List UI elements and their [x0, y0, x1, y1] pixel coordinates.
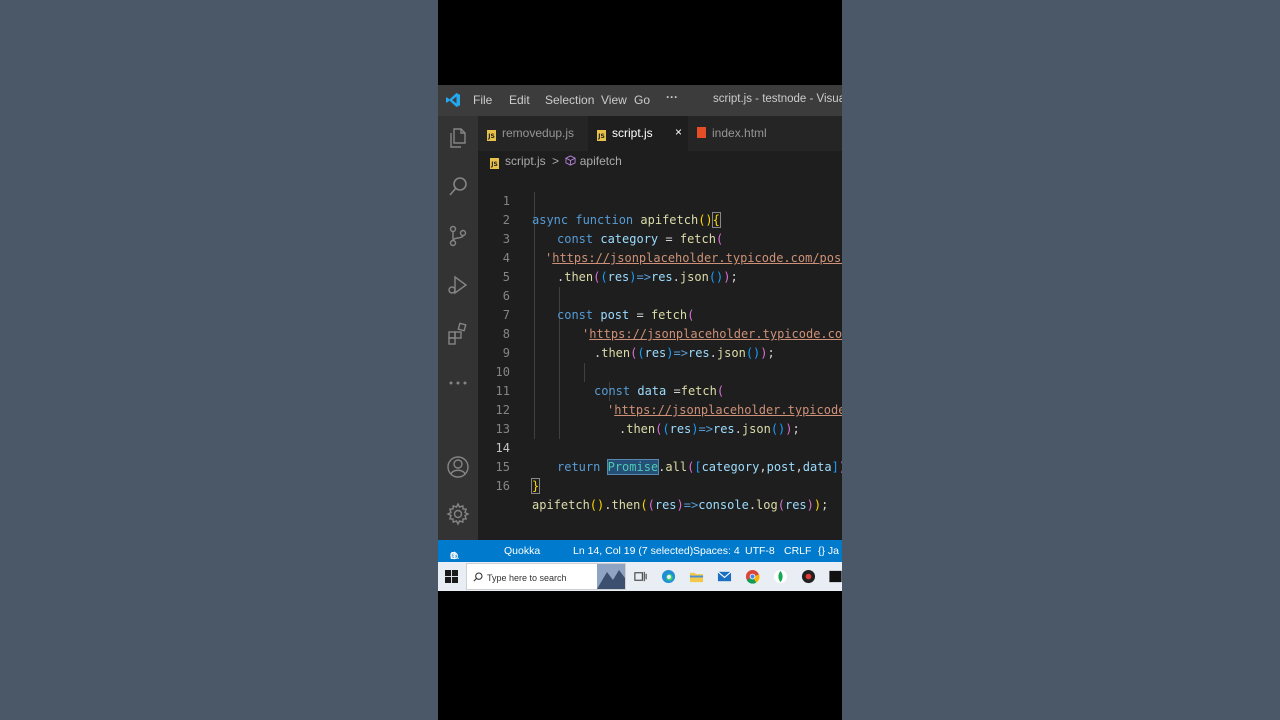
editor-tabs: JS removedup.js JS script.js × index.html	[478, 116, 842, 151]
code-editor[interactable]: 1 async function apifetch(){ 2 const cat…	[478, 173, 842, 540]
more-views-icon[interactable]	[446, 371, 470, 395]
title-bar: File Edit Selection View Go ··· script.j…	[438, 85, 842, 116]
explorer-icon[interactable]	[446, 126, 470, 150]
tab-label: removedup.js	[502, 126, 575, 140]
breadcrumb-file[interactable]: script.js	[505, 154, 546, 168]
menu-edit[interactable]: Edit	[509, 93, 530, 107]
code-line: 4 .then((res)=>res.json());	[478, 230, 842, 284]
edge-browser-icon[interactable]	[661, 569, 676, 584]
chrome-browser-icon[interactable]	[745, 569, 760, 584]
search-icon	[473, 572, 483, 582]
task-view-icon[interactable]	[633, 569, 648, 584]
code-line: 5	[478, 249, 842, 284]
left-background	[0, 0, 438, 720]
code-line: 11 'https://jsonplaceholder.typicode.com…	[478, 363, 842, 417]
eol-status[interactable]: CRLF	[784, 545, 811, 557]
tab-label: script.js	[612, 126, 653, 140]
mail-icon[interactable]	[717, 569, 732, 584]
account-icon[interactable]	[446, 455, 470, 479]
search-placeholder: Type here to search	[487, 573, 567, 583]
cursor-position[interactable]: Ln 14, Col 19 (7 selected)	[573, 545, 693, 557]
tab-label: index.html	[712, 126, 767, 140]
symbol-method-icon	[565, 155, 576, 166]
menu-view[interactable]: View	[601, 93, 627, 107]
taskbar-search-box[interactable]: Type here to search	[466, 563, 626, 590]
window-title: script.js - testnode - Visual Stu	[713, 93, 842, 105]
vscode-window: File Edit Selection View Go ··· script.j…	[438, 85, 842, 540]
vscode-logo-icon	[446, 93, 460, 107]
quokka-status[interactable]: Quokka	[504, 545, 540, 557]
file-explorer-icon[interactable]	[689, 569, 704, 584]
menu-selection[interactable]: Selection	[545, 93, 594, 107]
code-line: 9	[478, 325, 842, 360]
menu-more-icon[interactable]: ···	[666, 90, 678, 104]
status-bar: ⊗ 0 ⚠ 0 Quokka Ln 14, Col 19 (7 selected…	[438, 540, 842, 562]
indentation-status[interactable]: Spaces: 4	[693, 545, 740, 557]
encoding-status[interactable]: UTF-8	[745, 545, 775, 557]
source-control-icon[interactable]	[446, 224, 470, 248]
video-frame: File Edit Selection View Go ··· script.j…	[438, 0, 842, 720]
code-line: 1 async function apifetch(){	[478, 173, 842, 228]
code-line: 10 const data =fetch(	[478, 344, 842, 398]
tab-index-html[interactable]: index.html	[688, 116, 788, 151]
warning-count: 0	[450, 550, 456, 562]
windows-taskbar: Type here to search	[438, 562, 842, 591]
right-background	[842, 0, 1280, 720]
menu-file[interactable]: File	[473, 93, 492, 107]
run-debug-icon[interactable]	[446, 273, 470, 297]
code-line: 13	[478, 401, 842, 436]
code-line-current: 14 return Promise.all([category,post,dat…	[478, 420, 842, 475]
js-file-icon: JS	[487, 130, 496, 141]
close-tab-icon[interactable]: ×	[675, 125, 682, 139]
app-icon[interactable]	[801, 569, 816, 584]
code-line: 16 apifetch().then((res)=>console.log(re…	[478, 458, 842, 512]
tab-script[interactable]: JS script.js ×	[588, 116, 688, 151]
line-number: 16	[495, 479, 510, 493]
breadcrumb-separator: >	[552, 154, 560, 168]
code-line: 2 const category = fetch(	[478, 192, 842, 246]
js-file-icon: JS	[597, 130, 606, 141]
terminal-icon[interactable]	[829, 569, 842, 584]
code-line: 15 }	[478, 439, 842, 494]
activity-bar	[438, 116, 478, 540]
html-file-icon	[697, 127, 706, 138]
breadcrumb-symbol[interactable]: apifetch	[580, 154, 622, 168]
search-highlight-image-icon	[597, 564, 625, 589]
mongodb-compass-icon[interactable]	[773, 569, 788, 584]
code-line: 6 const post = fetch(	[478, 268, 842, 322]
code-line: 3 'https://jsonplaceholder.typicode.com/…	[478, 211, 842, 265]
js-file-icon: JS	[490, 158, 499, 169]
tab-removedup[interactable]: JS removedup.js	[478, 116, 588, 151]
code-text: apifetch().then((res)=>console.log(res))…	[532, 498, 829, 512]
breadcrumb: JS script.js > apifetch	[490, 154, 622, 169]
search-icon[interactable]	[446, 175, 470, 199]
settings-gear-icon[interactable]	[446, 502, 470, 526]
code-line: 8 .then((res)=>res.json());	[478, 306, 842, 360]
extensions-icon[interactable]	[446, 322, 470, 346]
menu-go[interactable]: Go	[634, 93, 650, 107]
language-mode[interactable]: {} Ja	[818, 545, 839, 557]
code-line: 7 'https://jsonplaceholder.typicode.com/…	[478, 287, 842, 341]
code-line: 12 .then((res)=>res.json());	[478, 382, 842, 436]
windows-start-icon[interactable]	[445, 570, 458, 583]
